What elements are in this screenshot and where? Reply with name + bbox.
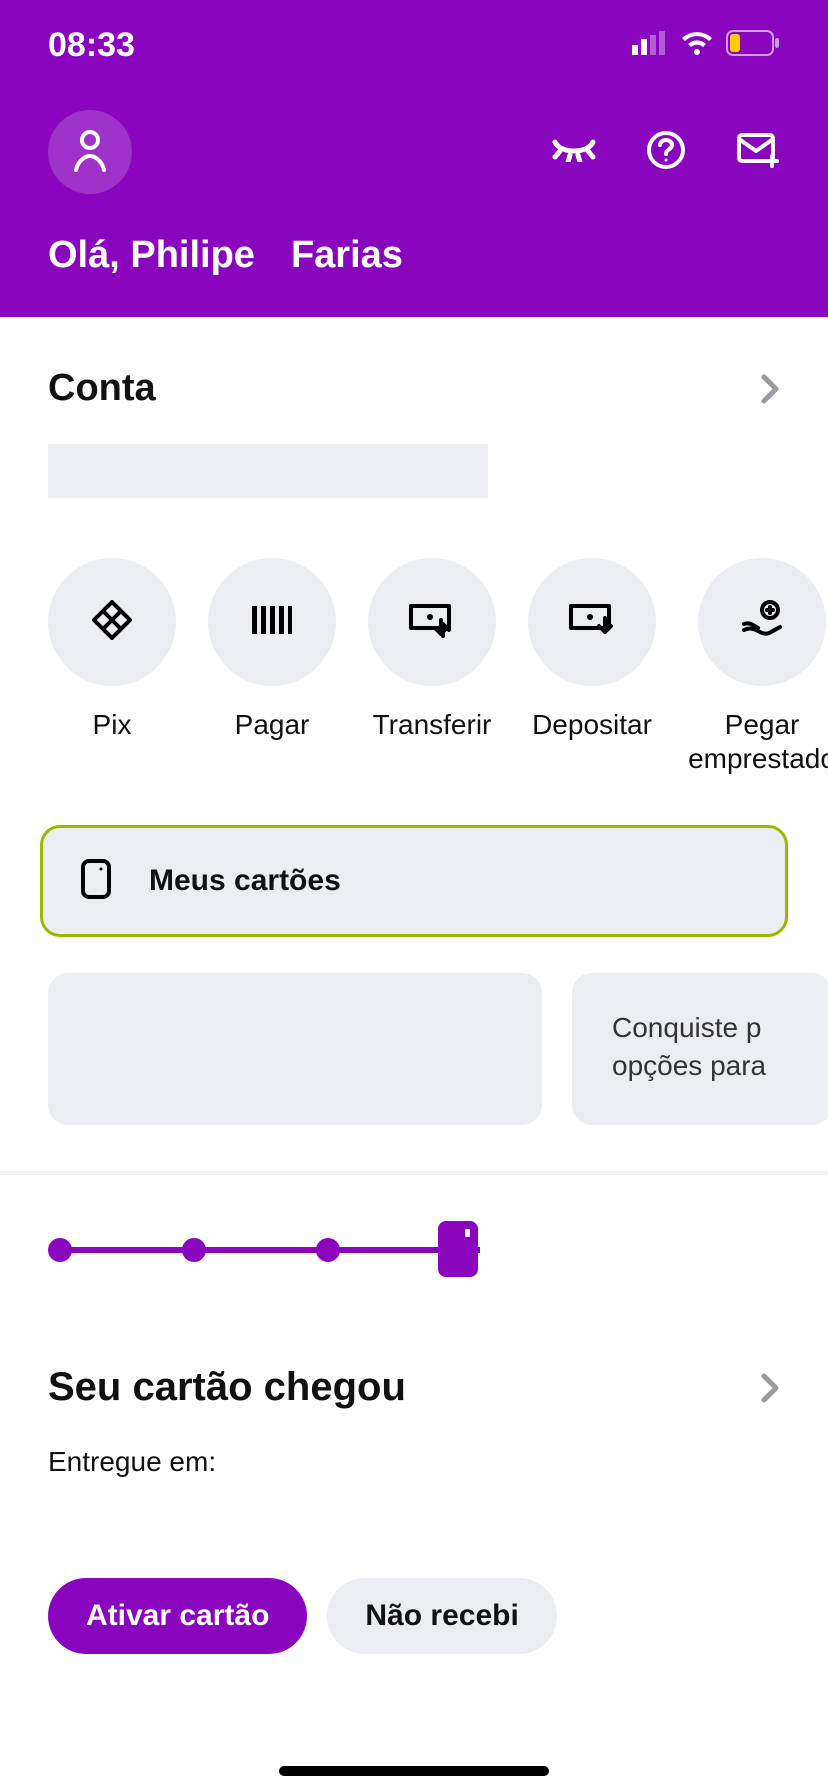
card-arrived-title: Seu cartão chegou bbox=[48, 1365, 406, 1410]
action-label: Pagar bbox=[208, 708, 336, 742]
activate-card-button[interactable]: Ativar cartão bbox=[48, 1578, 307, 1654]
account-row[interactable]: Conta bbox=[48, 367, 780, 410]
greeting: Olá, Philipe Farias bbox=[0, 234, 828, 277]
status-time: 08:33 bbox=[48, 26, 135, 65]
transfer-out-icon bbox=[407, 600, 457, 645]
pix-icon bbox=[90, 598, 134, 647]
loan-icon bbox=[740, 598, 784, 647]
battery-icon bbox=[726, 30, 780, 61]
action-label: Transferir bbox=[368, 708, 496, 742]
balance-hidden bbox=[48, 444, 488, 498]
mail-add-icon[interactable] bbox=[736, 132, 780, 173]
action-label: Depositar bbox=[528, 708, 656, 742]
promo-text: Conquiste p opções para bbox=[612, 1012, 766, 1081]
status-indicators bbox=[632, 30, 780, 61]
barcode-icon bbox=[252, 606, 292, 639]
deposit-icon bbox=[567, 600, 617, 645]
delivery-tracker bbox=[48, 1225, 780, 1275]
chevron-right-icon bbox=[760, 373, 780, 405]
action-transferir[interactable]: Transferir bbox=[368, 558, 496, 775]
profile-avatar[interactable] bbox=[48, 110, 132, 194]
help-icon[interactable] bbox=[646, 130, 686, 175]
card-icon bbox=[79, 857, 113, 906]
tracker-card-icon bbox=[438, 1221, 478, 1277]
person-icon bbox=[70, 128, 110, 177]
action-depositar[interactable]: Depositar bbox=[528, 558, 656, 775]
cellular-icon bbox=[632, 31, 668, 60]
chevron-right-icon bbox=[760, 1372, 780, 1404]
greeting-surname: Farias bbox=[291, 234, 403, 277]
my-cards-label: Meus cartões bbox=[149, 864, 341, 898]
greeting-hello: Olá, Philipe bbox=[48, 234, 255, 277]
card-arrived-row[interactable]: Seu cartão chegou bbox=[48, 1365, 780, 1410]
my-cards-button[interactable]: Meus cartões bbox=[40, 825, 788, 937]
promo-carousel[interactable]: Conquiste p opções para bbox=[0, 937, 828, 1171]
action-pagar[interactable]: Pagar bbox=[208, 558, 336, 775]
hide-balance-icon[interactable] bbox=[552, 138, 596, 167]
not-received-button[interactable]: Não recebi bbox=[327, 1578, 556, 1654]
wifi-icon bbox=[680, 31, 714, 60]
quick-actions: Pix Pagar Transferir Depositar Pegar emp… bbox=[0, 498, 828, 775]
tracker-step bbox=[48, 1238, 72, 1262]
action-label: Pix bbox=[48, 708, 176, 742]
action-pegar-emprestado[interactable]: Pegar emprestado bbox=[688, 558, 828, 775]
tracker-step bbox=[316, 1238, 340, 1262]
delivered-label: Entregue em: bbox=[48, 1446, 780, 1478]
account-title: Conta bbox=[48, 367, 156, 410]
action-label: Pegar emprestado bbox=[688, 708, 828, 775]
home-indicator[interactable] bbox=[279, 1766, 549, 1776]
tracker-step bbox=[182, 1238, 206, 1262]
not-received-label: Não recebi bbox=[365, 1599, 518, 1633]
activate-card-label: Ativar cartão bbox=[86, 1599, 269, 1633]
promo-card[interactable]: Conquiste p opções para bbox=[572, 973, 828, 1125]
status-bar: 08:33 bbox=[0, 0, 828, 90]
action-pix[interactable]: Pix bbox=[48, 558, 176, 775]
promo-card[interactable] bbox=[48, 973, 542, 1125]
